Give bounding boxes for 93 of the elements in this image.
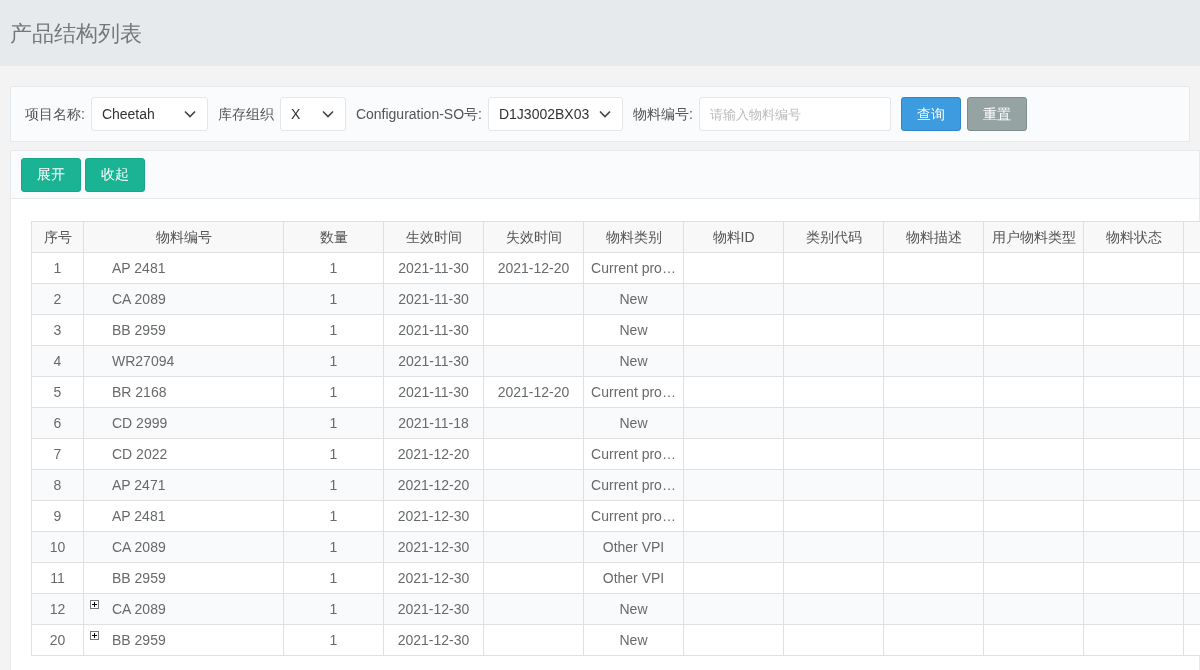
table-cell-text: New xyxy=(619,320,648,340)
column-header: 序号 xyxy=(43,227,72,247)
table-cell-text: 2021-12-20 xyxy=(397,444,470,464)
table-cell-text: 9 xyxy=(53,506,62,526)
table-cell-text: Other VPI xyxy=(602,537,665,557)
table-cell-text: New xyxy=(619,413,648,433)
filter-label: 物料编号: xyxy=(632,104,693,124)
table-cell-text: BB 2959 xyxy=(112,568,166,588)
table-cell-text: 2021-11-30 xyxy=(398,258,469,278)
table-cell-text: 7 xyxy=(53,444,62,464)
table-cell-text: New xyxy=(619,289,648,309)
table-cell-text: 1 xyxy=(329,289,338,309)
column-header: 物料编号 xyxy=(155,227,212,247)
table-cell-text: 3 xyxy=(53,320,62,340)
table-cell-text: CD 2999 xyxy=(112,413,168,433)
table-cell-text: 1 xyxy=(329,444,338,464)
table-cell-text: 1 xyxy=(329,351,338,371)
table-cell-text: 1 xyxy=(329,537,338,557)
table-cell-text: BB 2959 xyxy=(112,320,166,340)
filter-label: Configuration-SO号: xyxy=(355,104,482,124)
select-field[interactable]: X xyxy=(279,97,346,131)
toolbar-button[interactable]: 展开 xyxy=(21,157,81,192)
table-cell-text: WR27094 xyxy=(112,351,175,371)
table-cell-text: 2021-11-30 xyxy=(398,320,469,340)
toolbar-button[interactable]: 收起 xyxy=(85,157,145,192)
table-cell-text: BR 2168 xyxy=(112,382,167,402)
table-cell-text: AP 2471 xyxy=(112,475,166,495)
column-header: 物料类别 xyxy=(605,227,662,247)
column-header: 生效时间 xyxy=(405,227,462,247)
column-header: 物料状态 xyxy=(1105,227,1162,247)
expand-icon[interactable] xyxy=(90,631,99,640)
table-cell-text: 2021-12-20 xyxy=(497,258,570,278)
table-cell-text: 2021-12-30 xyxy=(397,568,470,588)
select-field[interactable]: Cheetah xyxy=(90,97,208,131)
table-cell-text: Current pro… xyxy=(591,475,676,495)
table-cell-text: 2021-11-30 xyxy=(398,351,469,371)
table-cell-text: 12 xyxy=(49,599,66,619)
table-cell-text: 2021-12-20 xyxy=(397,475,470,495)
table-cell-text: 2021-11-30 xyxy=(398,289,469,309)
table-cell-text: 20 xyxy=(49,630,66,650)
filter-label: 项目名称: xyxy=(25,104,85,124)
table-cell-text: CD 2022 xyxy=(112,444,168,464)
table-cell-text: Current pro… xyxy=(591,382,676,402)
page-title: 产品结构列表 xyxy=(10,19,142,48)
table-cell-text: 2021-12-30 xyxy=(397,630,470,650)
material-code-input[interactable]: 请输入物料编号 xyxy=(698,97,891,131)
column-header: 物料ID xyxy=(712,227,755,247)
table-cell-text: 2 xyxy=(53,289,62,309)
table-cell-text: 1 xyxy=(329,382,338,402)
table-cell-text: 6 xyxy=(53,413,62,433)
table-cell-text: 1 xyxy=(329,258,338,278)
table-cell-text: CA 2089 xyxy=(112,289,166,309)
table-cell-text: 1 xyxy=(329,320,338,340)
table-cell-text: 1 xyxy=(329,506,338,526)
table-cell-text: 2021-12-30 xyxy=(397,537,470,557)
column-header: 类别代码 xyxy=(805,227,862,247)
column-header: 用户物料类型 xyxy=(991,227,1076,247)
table-cell-text: Current pro… xyxy=(591,258,676,278)
table-cell-text: 4 xyxy=(53,351,62,371)
table-cell-text: 1 xyxy=(329,475,338,495)
column-header: 失效时间 xyxy=(505,227,562,247)
table-cell-text: New xyxy=(619,630,648,650)
table-cell-text: Current pro… xyxy=(591,506,676,526)
table-cell-text: New xyxy=(619,599,648,619)
table-cell-text: 11 xyxy=(50,568,65,588)
table-cell-text: BB 2959 xyxy=(112,630,166,650)
filter-label: 库存组织 xyxy=(217,104,274,124)
table-cell-text: 5 xyxy=(53,382,62,402)
table-cell-text: 2021-11-30 xyxy=(398,382,469,402)
table-cell-text: 2021-11-18 xyxy=(398,413,469,433)
column-header: 数量 xyxy=(319,227,348,247)
table-cell-text: 1 xyxy=(329,568,338,588)
table-cell-text: CA 2089 xyxy=(112,599,166,619)
table-cell-text: 8 xyxy=(53,475,62,495)
table-cell-text: 10 xyxy=(49,537,66,557)
expand-icon[interactable] xyxy=(90,600,99,609)
table-cell-text: Other VPI xyxy=(602,568,665,588)
table-cell-text: 2021-12-30 xyxy=(397,599,470,619)
search-button[interactable]: 查询 xyxy=(900,97,961,131)
table-cell-text: 1 xyxy=(53,258,62,278)
table-cell-text: 2021-12-30 xyxy=(397,506,470,526)
reset-button[interactable]: 重置 xyxy=(966,97,1027,131)
table-cell-text: 1 xyxy=(329,630,338,650)
table-cell-text: New xyxy=(619,351,648,371)
column-header: 物料描述 xyxy=(905,227,962,247)
table-cell-text: 2021-12-20 xyxy=(497,382,570,402)
table-cell-text: AP 2481 xyxy=(112,258,166,278)
table-cell-text: 1 xyxy=(329,599,338,619)
select-field[interactable]: D1J3002BX03 xyxy=(487,97,623,131)
table-cell-text: AP 2481 xyxy=(112,506,166,526)
table-cell-text: CA 2089 xyxy=(112,537,166,557)
table-cell-text: 1 xyxy=(329,413,338,433)
table-cell-text: Current pro… xyxy=(591,444,676,464)
